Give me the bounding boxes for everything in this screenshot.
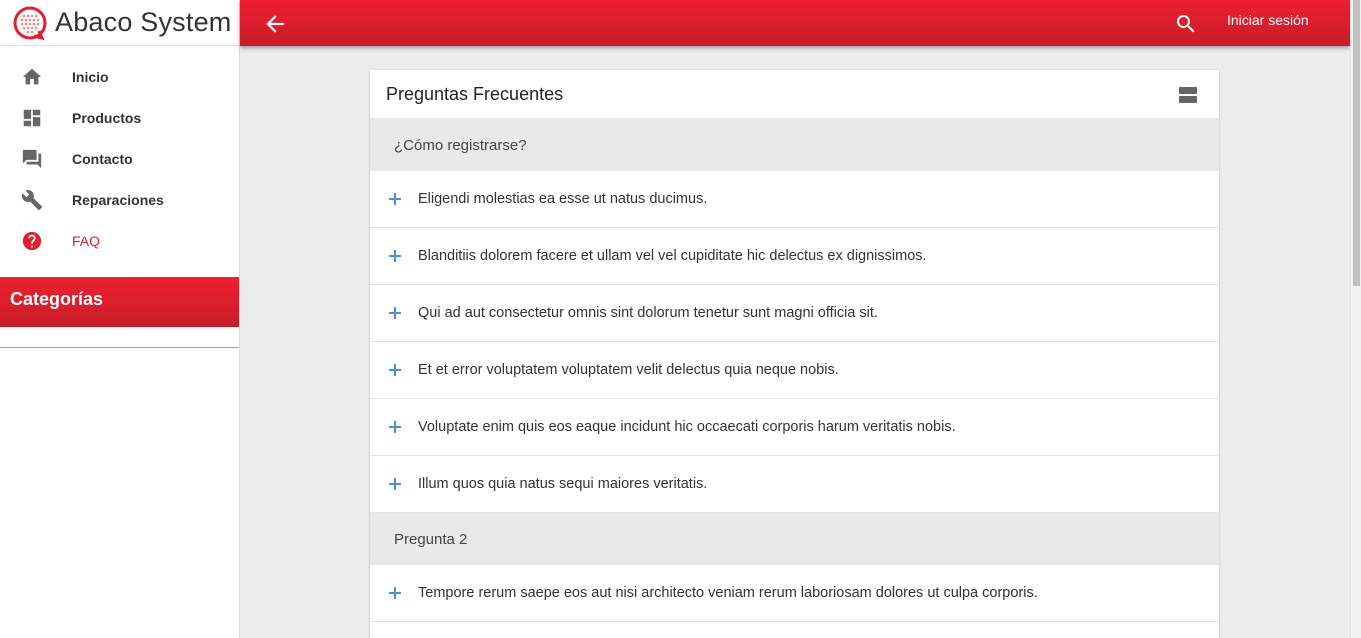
faq-question[interactable]: Et et error voluptatem voluptatem velit … [370, 342, 1219, 399]
categories-divider [0, 347, 239, 348]
plus-icon [389, 192, 403, 206]
faq-question-text: Qui ad aut consectetur omnis sint doloru… [418, 305, 878, 321]
faq-question-text: Et et error voluptatem voluptatem velit … [418, 362, 839, 378]
faq-question-text: Voluptate enim quis eos eaque incidunt h… [418, 419, 956, 435]
sidebar-item-inicio[interactable]: Inicio [0, 56, 239, 97]
categories-header: Categorías [0, 277, 239, 327]
sidebar-item-label: Productos [72, 109, 142, 126]
plus-icon [389, 477, 403, 491]
faq-question[interactable]: Voluptate enim quis eos eaque incidunt h… [370, 399, 1219, 456]
sidebar-nav: Inicio Productos Contacto Reparaciones F… [0, 46, 239, 261]
faq-section-header: Pregunta 2 [370, 513, 1219, 565]
faq-section-header: ¿Cómo registrarse? [370, 119, 1219, 171]
sidebar-item-label: FAQ [72, 232, 101, 249]
sidebar-item-faq[interactable]: FAQ [0, 220, 239, 261]
faq-question[interactable]: Eligendi molestias ea esse ut natus duci… [370, 171, 1219, 228]
sidebar-item-label: Contacto [72, 150, 133, 167]
faq-question-text: Eligendi molestias ea esse ut natus duci… [418, 191, 708, 207]
view-agenda-icon[interactable] [1179, 87, 1197, 103]
forum-icon [21, 148, 43, 170]
sidebar-item-label: Inicio [72, 68, 109, 85]
faq-question[interactable]: Qui ad aut consectetur omnis sint doloru… [370, 285, 1219, 342]
faq-question-text: Blanditiis dolorem facere et ullam vel v… [418, 248, 927, 264]
faq-question-text: Tempore rerum saepe eos aut nisi archite… [418, 585, 1038, 601]
sidebar-item-reparaciones[interactable]: Reparaciones [0, 179, 239, 220]
plus-icon [389, 420, 403, 434]
search-icon[interactable] [1174, 12, 1198, 36]
dashboard-icon [21, 107, 43, 129]
back-arrow-icon[interactable] [262, 11, 288, 37]
plus-icon [389, 586, 403, 600]
home-icon [21, 66, 43, 88]
brand-name: Abaco System [55, 7, 232, 37]
faq-question[interactable]: Tempore rerum saepe eos aut nisi archite… [370, 565, 1219, 622]
faq-card-header: Preguntas Frecuentes [370, 70, 1219, 119]
brand[interactable]: Abaco System [0, 0, 239, 46]
faq-question[interactable]: Illum quos quia natus sequi maiores veri… [370, 456, 1219, 513]
sidebar-item-label: Reparaciones [72, 191, 164, 208]
page-scrollbar[interactable] [1350, 0, 1361, 638]
wrench-icon [21, 189, 43, 211]
faq-question[interactable]: Blanditiis dolorem facere et ullam vel v… [370, 228, 1219, 285]
sidebar: Abaco System Inicio Productos Contacto R… [0, 0, 240, 638]
faq-question-text: Illum quos quia natus sequi maiores veri… [418, 476, 708, 492]
login-link[interactable]: Iniciar sesión [1227, 12, 1309, 28]
abaco-logo-icon [13, 6, 47, 40]
sidebar-item-productos[interactable]: Productos [0, 97, 239, 138]
sidebar-item-contacto[interactable]: Contacto [0, 138, 239, 179]
faq-card: Preguntas Frecuentes ¿Cómo registrarse? … [370, 70, 1219, 638]
plus-icon [389, 249, 403, 263]
help-circle-icon [21, 230, 43, 252]
page-title: Preguntas Frecuentes [386, 83, 564, 104]
scrollbar-thumb[interactable] [1353, 0, 1360, 286]
plus-icon [389, 363, 403, 377]
top-app-bar: Iniciar sesión [240, 0, 1350, 46]
plus-icon [389, 306, 403, 320]
